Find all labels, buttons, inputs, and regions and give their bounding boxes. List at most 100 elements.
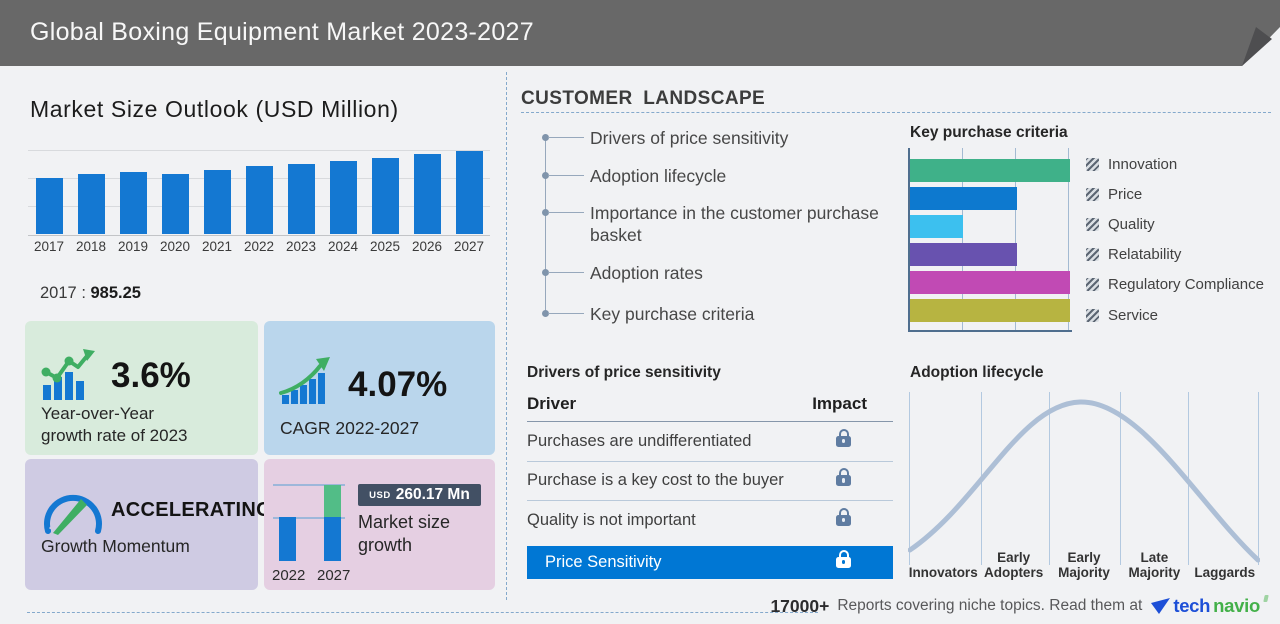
market-size-bar-2021: 2021	[200, 150, 234, 254]
bar	[246, 166, 273, 234]
mini-bar-2027	[324, 517, 341, 561]
legend-item: Innovation	[1086, 149, 1264, 179]
criteria-bar-regulatory-compliance	[910, 271, 1070, 294]
criteria-bar-service	[910, 299, 1070, 322]
lock-icon	[836, 557, 851, 568]
legend-item: Quality	[1086, 209, 1264, 239]
bar	[456, 151, 483, 234]
market-size-bar-2018: 2018	[74, 150, 108, 254]
market-size-bar-2026: 2026	[410, 150, 444, 254]
legend-label: Regulatory Compliance	[1108, 276, 1264, 293]
customer-landscape-underline	[521, 112, 1271, 113]
infographic-canvas: Global Boxing Equipment Market 2023-2027…	[0, 0, 1280, 624]
footer-text: Reports covering niche topics. Read them…	[837, 597, 1142, 615]
growth-arrow-icon	[278, 353, 338, 405]
column-impact: Impact	[812, 394, 867, 414]
bell-curve	[908, 390, 1260, 566]
bar	[414, 154, 441, 234]
year-label: 2022	[244, 239, 274, 254]
bar	[78, 174, 105, 234]
report-count: 17000+	[770, 596, 829, 617]
logo-navio: navio	[1213, 595, 1260, 617]
legend-item: Service	[1086, 300, 1264, 330]
lifecycle-label-4: Late Majority	[1119, 543, 1189, 580]
legend-swatch-icon	[1086, 158, 1099, 171]
lifecycle-label-2: Early Adopters	[978, 543, 1048, 580]
yoy-growth-label: Year-over-Year growth rate of 2023	[41, 403, 187, 448]
legend-item: Price	[1086, 179, 1264, 209]
market-size-bar-2024: 2024	[326, 150, 360, 254]
footer: 17000+ Reports covering niche topics. Re…	[770, 595, 1268, 617]
base-year-amount: 985.25	[91, 284, 141, 302]
landscape-item-4: Adoption rates	[520, 262, 930, 284]
momentum-value: ACCELERATING	[111, 499, 272, 522]
year-label: 2025	[370, 239, 400, 254]
growth-card-label: Market size growth	[358, 511, 450, 558]
lifecycle-label-5: Laggards	[1190, 543, 1260, 580]
legend-label: Service	[1108, 307, 1158, 324]
driver-row-3: Quality is not important	[527, 501, 893, 540]
lifecycle-label-3: Early Majority	[1049, 543, 1119, 580]
legend-item: Regulatory Compliance	[1086, 270, 1264, 300]
base-year-value: 2017 : 985.25	[40, 284, 141, 303]
customer-landscape-title: CUSTOMER LANDSCAPE	[521, 88, 765, 110]
technavio-logo[interactable]: technavio	[1150, 595, 1268, 617]
year-label: 2021	[202, 239, 232, 254]
legend-item: Relatability	[1086, 240, 1264, 270]
growth-amount-badge: USD 260.17 Mn	[358, 484, 481, 506]
market-size-bar-2023: 2023	[284, 150, 318, 254]
speedometer-icon	[41, 487, 105, 535]
year-label: 2018	[76, 239, 106, 254]
year-label: 2026	[412, 239, 442, 254]
key-purchase-criteria-title: Key purchase criteria	[910, 124, 1068, 142]
lock-icon	[836, 475, 851, 486]
chart-x-axis	[908, 330, 1072, 332]
base-year-label: 2017	[40, 284, 77, 302]
market-size-bar-2022: 2022	[242, 150, 276, 254]
currency-label: USD	[369, 490, 391, 501]
market-size-bar-2019: 2019	[116, 150, 150, 254]
yoy-growth-card: 3.6% Year-over-Year growth rate of 2023	[25, 321, 258, 455]
market-size-bar-2017: 2017	[32, 150, 66, 254]
cagr-value: 4.07%	[348, 365, 447, 405]
market-size-bar-2020: 2020	[158, 150, 192, 254]
bar	[162, 174, 189, 234]
year-label: 2020	[160, 239, 190, 254]
logo-tech: tech	[1173, 595, 1210, 617]
bar	[36, 178, 63, 234]
year-label: 2017	[34, 239, 64, 254]
mini-year-start: 2022	[272, 567, 305, 584]
lock-icon	[836, 515, 851, 526]
trademark-icon	[1263, 595, 1268, 602]
base-year-separator: :	[81, 284, 86, 302]
market-size-bar-2027: 2027	[452, 150, 486, 254]
legend-swatch-icon	[1086, 218, 1099, 231]
table-header-row: Driver Impact	[527, 394, 893, 422]
adoption-lifecycle-chart	[908, 390, 1260, 566]
growth-momentum-card: ACCELERATING Growth Momentum	[25, 459, 258, 590]
legend-label: Quality	[1108, 216, 1155, 233]
year-label: 2027	[454, 239, 484, 254]
legend-swatch-icon	[1086, 278, 1099, 291]
bar	[204, 170, 231, 234]
legend-label: Price	[1108, 186, 1142, 203]
growth-amount: 260.17 Mn	[396, 486, 470, 504]
bar	[120, 172, 147, 234]
bar-trend-icon	[39, 347, 103, 403]
mini-bar-2022	[279, 517, 296, 561]
legend-swatch-icon	[1086, 248, 1099, 261]
price-sensitivity-title: Drivers of price sensitivity	[527, 364, 721, 382]
column-driver: Driver	[527, 394, 576, 414]
criteria-bar-quality	[910, 215, 963, 238]
year-label: 2023	[286, 239, 316, 254]
key-purchase-criteria-chart	[908, 148, 1072, 332]
driver-label: Purchase is a key cost to the buyer	[527, 471, 784, 490]
criteria-bar-price	[910, 187, 1017, 210]
page-title: Global Boxing Equipment Market 2023-2027	[0, 0, 1280, 64]
yoy-label-line2: growth rate of 2023	[41, 425, 187, 447]
cagr-card: 4.07% CAGR 2022-2027	[264, 321, 495, 455]
landscape-item-1: Drivers of price sensitivity	[520, 127, 930, 149]
criteria-bar-relatability	[910, 243, 1017, 266]
growth-label-line1: Market size	[358, 511, 450, 534]
lock-icon	[836, 436, 851, 447]
